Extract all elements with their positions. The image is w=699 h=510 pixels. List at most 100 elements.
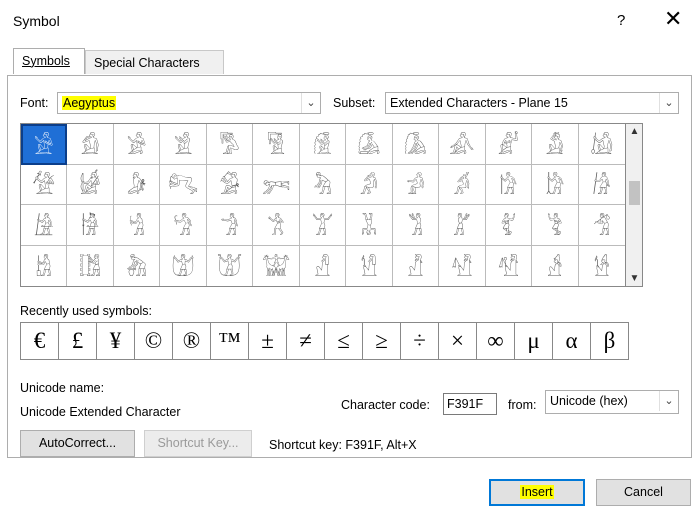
tab-special-characters[interactable]: Special Characters <box>85 50 224 74</box>
font-label: Font: <box>20 96 49 110</box>
recent-symbol[interactable]: © <box>135 323 173 359</box>
recent-symbol[interactable]: α <box>553 323 591 359</box>
symbol-cell[interactable]: 𓀠 <box>299 205 347 246</box>
tab-symbols[interactable]: Symbols <box>13 48 85 74</box>
recent-symbol[interactable]: ¥ <box>97 323 135 359</box>
help-button[interactable]: ? <box>617 12 625 29</box>
chevron-down-icon: ⌄ <box>301 93 320 113</box>
symbol-cell[interactable]: 𓀁 <box>67 124 114 165</box>
symbol-cell[interactable]: 𓀡 <box>346 205 393 246</box>
recent-symbol[interactable]: £ <box>59 323 97 359</box>
symbol-cell[interactable]: 𓀚 <box>21 205 68 246</box>
symbol-cell[interactable]: 𓀎 <box>67 164 114 205</box>
symbol-cell[interactable]: 𓀟 <box>253 205 300 246</box>
character-code-label: Character code: <box>341 398 430 412</box>
recent-symbol[interactable]: β <box>591 323 628 359</box>
symbol-cell[interactable]: 𓀏 <box>113 164 161 205</box>
scroll-up-icon[interactable]: ▲ <box>626 126 643 137</box>
scrollbar-thumb[interactable] <box>629 181 640 205</box>
symbol-cell[interactable]: 𓀇 <box>346 124 393 165</box>
symbol-cell[interactable]: 𓀐 <box>160 164 207 205</box>
autocorrect-button[interactable]: AutoCorrect... <box>20 430 135 457</box>
symbol-cell[interactable]: 𓀍 <box>21 164 68 205</box>
unicode-name-value: Unicode Extended Character <box>20 405 181 419</box>
symbol-cell[interactable]: 𓀄 <box>206 124 254 165</box>
symbol-cell[interactable]: 𓀔 <box>346 164 393 205</box>
unicode-name-label: Unicode name: <box>20 381 105 395</box>
window-title: Symbol <box>13 13 60 29</box>
symbol-cell[interactable]: 𓀖 <box>439 164 486 205</box>
symbol-cell[interactable]: 𓀩 <box>114 245 161 286</box>
subset-label: Subset: <box>333 96 376 110</box>
recent-symbol[interactable]: μ <box>515 323 553 359</box>
symbol-cell[interactable]: 𓀌 <box>578 124 625 165</box>
subset-value: Extended Characters - Plane 15 <box>390 96 568 110</box>
symbol-cell[interactable]: 𓀱 <box>486 245 533 286</box>
font-value: Aegyptus <box>62 96 117 110</box>
symbol-cell[interactable]: 𓀲 <box>532 245 579 286</box>
symbol-cell[interactable]: 𓀅 <box>253 124 300 165</box>
symbol-cell[interactable]: 𓀮 <box>346 245 393 286</box>
from-value: Unicode (hex) <box>550 394 628 408</box>
subset-dropdown[interactable]: Extended Characters - Plane 15 ⌄ <box>385 92 679 114</box>
symbol-cell[interactable]: 𓀫 <box>207 245 254 286</box>
symbol-cell[interactable]: 𓀘 <box>532 164 579 205</box>
symbol-cell[interactable]: 𓀯 <box>393 245 440 286</box>
tab-symbols-label: Symbols <box>22 54 70 68</box>
symbol-cell[interactable]: 𓀊 <box>485 124 533 165</box>
symbol-cell[interactable]: 𓀙 <box>578 165 625 205</box>
symbol-cell[interactable]: 𓀃 <box>160 124 207 165</box>
symbol-cell[interactable]: 𓀕 <box>392 164 440 205</box>
symbol-cell[interactable]: 𓀉 <box>439 124 486 165</box>
insert-button[interactable]: Insert <box>489 479 585 506</box>
symbol-grid[interactable]: 𓀀𓀁𓀂𓀃𓀄𓀅𓀆𓀇𓀈𓀉𓀊𓀋𓀌 𓀍𓀎𓀏𓀐𓀑𓀒𓀓𓀔𓀕𓀖𓀗𓀘𓀙 𓀚𓀛𓀜𓀝𓀞𓀟𓀠𓀡𓀢𓀣𓀤𓀥𓀦 𓀧… <box>20 123 626 287</box>
symbol-cell[interactable]: 𓀋 <box>532 124 579 165</box>
symbol-cell[interactable]: 𓀪 <box>160 245 207 286</box>
symbol-cell[interactable]: 𓀓 <box>299 164 347 205</box>
symbol-cell[interactable]: 𓀛 <box>67 205 114 246</box>
symbol-cell[interactable]: 𓀧 <box>21 245 68 286</box>
recent-symbol[interactable]: ≤ <box>325 323 363 359</box>
symbol-cell[interactable]: 𓀥 <box>532 205 579 246</box>
cancel-button[interactable]: Cancel <box>596 479 691 506</box>
symbol-cell[interactable]: 𓀨 <box>67 245 114 286</box>
tab-special-characters-label: Special Characters <box>94 56 200 70</box>
symbol-cell[interactable]: 𓀬 <box>253 245 300 286</box>
symbol-cell[interactable]: 𓀂 <box>113 124 161 165</box>
recent-symbol[interactable]: ≥ <box>363 323 401 359</box>
chevron-down-icon: ⌄ <box>659 391 678 411</box>
symbol-cell[interactable]: 𓀦 <box>578 205 625 246</box>
recent-symbol[interactable]: € <box>21 323 59 359</box>
recent-symbol[interactable]: ÷ <box>401 323 439 359</box>
symbol-cell[interactable]: 𓀀 <box>21 124 68 165</box>
symbol-cell[interactable]: 𓀭 <box>300 245 347 286</box>
shortcut-key-button[interactable]: Shortcut Key... <box>144 430 252 457</box>
recent-symbol[interactable]: ∞ <box>477 323 515 359</box>
chevron-down-icon: ⌄ <box>659 93 678 113</box>
symbol-grid-scrollbar[interactable]: ▲ ▼ <box>626 123 643 287</box>
from-dropdown[interactable]: Unicode (hex) ⌄ <box>545 390 679 414</box>
symbol-cell[interactable]: 𓀳 <box>579 246 625 287</box>
recent-symbol[interactable]: ± <box>249 323 287 359</box>
symbol-cell[interactable]: 𓀑 <box>206 164 254 205</box>
recent-symbol[interactable]: ≠ <box>287 323 325 359</box>
scroll-down-icon[interactable]: ▼ <box>626 273 643 284</box>
font-dropdown[interactable]: Aegyptus ⌄ <box>57 92 321 114</box>
close-button[interactable]: ✕ <box>664 6 682 32</box>
recent-symbols-row[interactable]: € £ ¥ © ® ™ ± ≠ ≤ ≥ ÷ × ∞ μ α β <box>20 322 629 360</box>
symbol-cell[interactable]: 𓀞 <box>206 205 254 246</box>
symbol-cell[interactable]: 𓀜 <box>113 205 161 246</box>
character-code-input[interactable]: F391F <box>443 393 497 415</box>
recent-symbol[interactable]: × <box>439 323 477 359</box>
symbol-cell[interactable]: 𓀣 <box>439 205 486 246</box>
symbol-cell[interactable]: 𓀆 <box>299 124 347 165</box>
symbol-cell[interactable]: 𓀗 <box>485 164 533 205</box>
symbol-cell[interactable]: 𓀰 <box>439 245 486 286</box>
symbol-cell[interactable]: 𓀝 <box>160 205 207 246</box>
symbol-cell[interactable]: 𓀢 <box>392 205 440 246</box>
symbol-cell[interactable]: 𓀈 <box>392 124 440 165</box>
recent-symbol[interactable]: ® <box>173 323 211 359</box>
symbol-cell[interactable]: 𓀤 <box>485 205 533 246</box>
symbol-cell[interactable]: 𓀒 <box>253 164 300 205</box>
recent-symbol[interactable]: ™ <box>211 323 249 359</box>
